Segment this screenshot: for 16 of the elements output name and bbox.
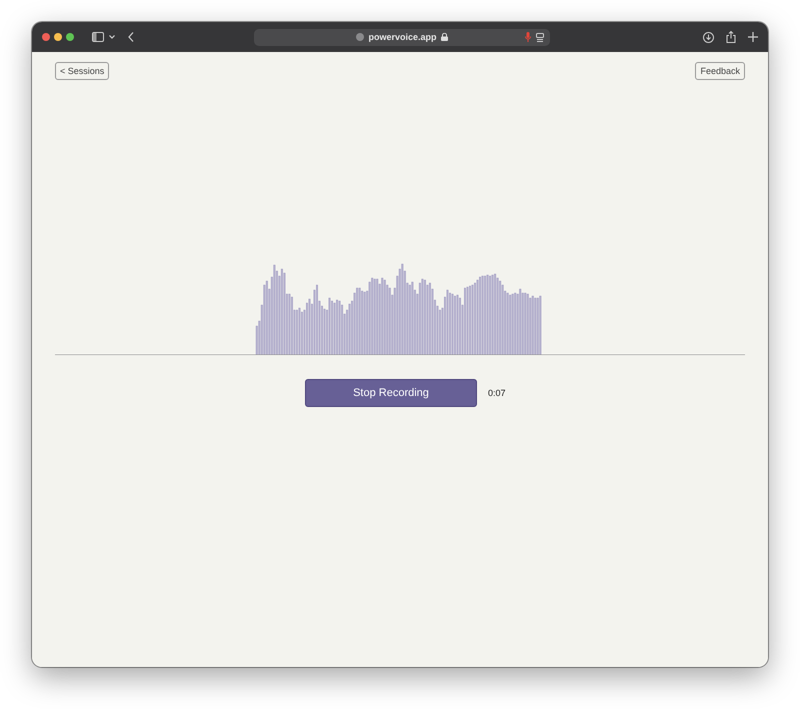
address-field[interactable]: powervoice.app (368, 32, 437, 42)
plus-icon[interactable] (748, 32, 758, 42)
stop-recording-button[interactable]: Stop Recording (305, 379, 477, 407)
share-icon[interactable] (726, 31, 736, 43)
elapsed-time: 0:07 (488, 388, 506, 398)
feedback-button[interactable]: Feedback (695, 62, 745, 80)
close-icon[interactable] (42, 33, 50, 41)
reader-icon[interactable] (536, 32, 544, 42)
lock-icon (440, 33, 448, 41)
chevron-down-icon[interactable] (109, 35, 115, 39)
back-icon[interactable] (128, 32, 134, 42)
back-button[interactable]: < Sessions (55, 62, 110, 80)
zoom-icon[interactable] (66, 33, 74, 41)
download-icon[interactable] (703, 32, 714, 42)
sidebar-icon[interactable] (92, 32, 104, 42)
minimize-icon[interactable] (54, 33, 62, 41)
